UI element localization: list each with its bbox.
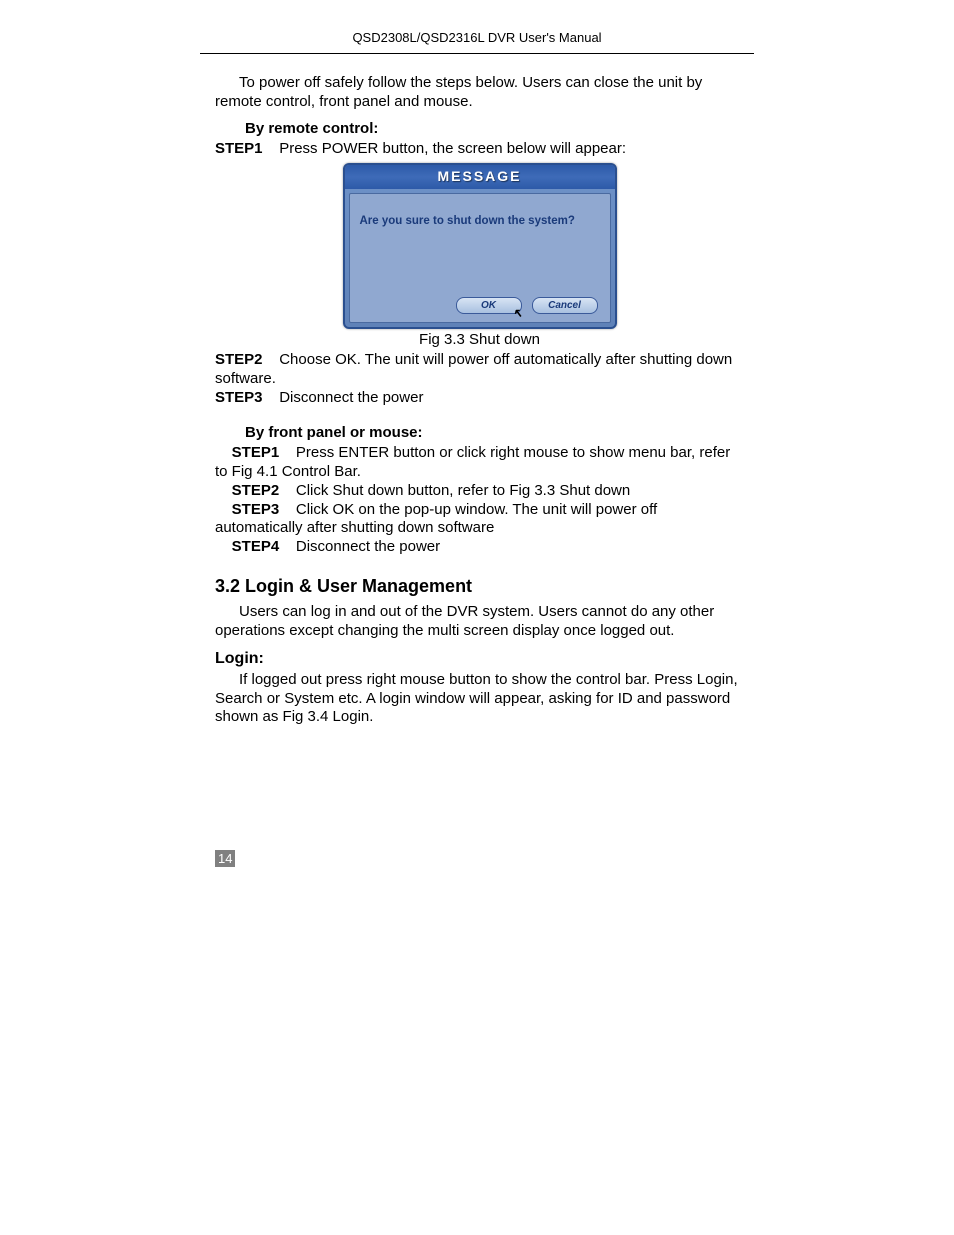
step-label: STEP1 <box>215 140 263 157</box>
dialog-message: Are you sure to shut down the system? <box>350 194 610 228</box>
step-label: STEP2 <box>215 351 263 368</box>
step-label: STEP3 <box>215 389 263 406</box>
step-text: Press POWER button, the screen below wil… <box>279 140 626 157</box>
panel-step2: STEP2 Click Shut down button, refer to F… <box>215 482 744 501</box>
section-intro: Users can log in and out of the DVR syst… <box>215 603 744 641</box>
login-body: If logged out press right mouse button t… <box>215 671 744 727</box>
step-text: Disconnect the power <box>296 538 440 555</box>
dialog-buttons: OK ↖ Cancel <box>456 297 598 314</box>
dialog-title: MESSAGE <box>345 165 615 189</box>
remote-heading: By remote control: <box>245 120 744 139</box>
page-content: To power off safely follow the steps bel… <box>215 74 744 727</box>
section-heading: 3.2 Login & User Management <box>215 575 744 598</box>
page-number: 14 <box>215 850 235 867</box>
step-text: Disconnect the power <box>279 389 423 406</box>
login-heading: Login: <box>215 649 744 669</box>
step-text: Choose OK. The unit will power off autom… <box>215 351 732 387</box>
step-label: STEP1 <box>232 444 280 461</box>
cursor-icon: ↖ <box>512 306 522 321</box>
step-text: Press ENTER button or click right mouse … <box>215 444 730 480</box>
step-text: Click OK on the pop-up window. The unit … <box>215 501 657 537</box>
ok-button[interactable]: OK ↖ <box>456 297 522 314</box>
remote-step3: STEP3 Disconnect the power <box>215 389 744 408</box>
step-label: STEP2 <box>232 482 280 499</box>
panel-step4: STEP4 Disconnect the power <box>215 538 744 557</box>
message-dialog: MESSAGE Are you sure to shut down the sy… <box>343 163 617 329</box>
dialog-figure: MESSAGE Are you sure to shut down the sy… <box>215 163 744 329</box>
panel-heading: By front panel or mouse: <box>245 424 744 443</box>
panel-step3: STEP3 Click OK on the pop-up window. The… <box>215 501 744 539</box>
dialog-body: Are you sure to shut down the system? OK… <box>349 193 611 323</box>
step-label: STEP4 <box>232 538 280 555</box>
step-text: Click Shut down button, refer to Fig 3.3… <box>296 482 630 499</box>
intro-paragraph: To power off safely follow the steps bel… <box>215 74 744 112</box>
remote-step2: STEP2 Choose OK. The unit will power off… <box>215 351 744 389</box>
remote-step1: STEP1 Press POWER button, the screen bel… <box>215 140 744 159</box>
page-header: QSD2308L/QSD2316L DVR User's Manual <box>0 30 954 45</box>
panel-step1: STEP1 Press ENTER button or click right … <box>215 444 744 482</box>
ok-label: OK <box>481 300 496 311</box>
step-label: STEP3 <box>232 501 280 518</box>
cancel-button[interactable]: Cancel <box>532 297 598 314</box>
header-rule <box>200 53 754 54</box>
figure-caption: Fig 3.3 Shut down <box>215 331 744 350</box>
page-number-wrap: 14 <box>215 850 235 868</box>
